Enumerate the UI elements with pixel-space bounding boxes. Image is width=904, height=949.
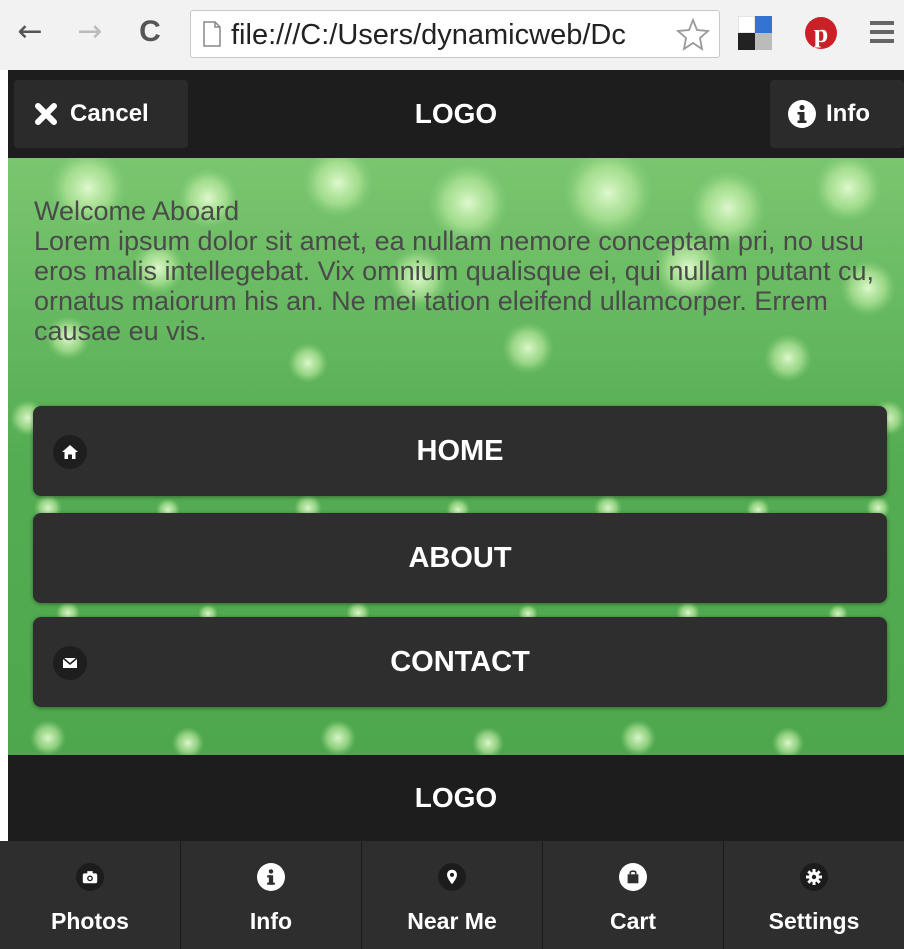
tab-cart-label: Cart [609,908,656,934]
page-icon [203,21,221,47]
tab-near-me-label: Near Me [407,908,497,934]
shopping-bag-icon [619,863,647,891]
chrome-menu-icon[interactable] [868,18,896,46]
footer-logo: LOGO [8,755,904,841]
tab-info[interactable]: Info [180,841,361,949]
main-content: Welcome Aboard Lorem ipsum dolor sit ame… [8,158,904,755]
camera-icon [76,863,104,891]
address-bar[interactable]: file:///C:/Users/dynamicweb/Dc [190,10,720,58]
info-icon [788,100,816,128]
tab-photos[interactable]: Photos [0,841,180,949]
tab-cart[interactable]: Cart [542,841,723,949]
welcome-text: Welcome Aboard Lorem ipsum dolor sit ame… [34,196,894,346]
app-header: Cancel LOGO Info [8,70,904,158]
info-icon [257,863,285,891]
pinterest-icon[interactable]: p [804,16,838,50]
nav-contact-button[interactable]: CONTACT [33,617,887,707]
nav-home-label: HOME [416,435,504,467]
gear-icon [800,863,828,891]
url-text: file:///C:/Users/dynamicweb/Dc [231,19,626,51]
tab-near-me[interactable]: Near Me [361,841,542,949]
welcome-body: Lorem ipsum dolor sit amet, ea nullam ne… [34,226,874,346]
nav-home-button[interactable]: HOME [33,406,887,496]
forward-icon[interactable]: → [74,14,106,50]
browser-toolbar: ← → C file:///C:/Users/dynamicweb/Dc p [0,0,904,70]
tab-settings[interactable]: Settings [723,841,904,949]
nav-about-button[interactable]: ABOUT [33,513,887,603]
back-icon[interactable]: ← [14,14,46,50]
delicious-extension-icon[interactable] [738,16,772,50]
tab-settings-label: Settings [768,908,860,934]
svg-text:p: p [814,19,828,48]
tab-info-label: Info [249,908,293,934]
reload-icon[interactable]: C [134,14,166,50]
welcome-heading: Welcome Aboard [34,196,240,226]
info-label: Info [826,100,870,127]
nav-about-label: ABOUT [408,542,512,574]
bookmark-star-icon[interactable] [675,17,711,53]
bottom-tab-bar: Photos Info Near Me Cart Settings [0,841,904,949]
info-button[interactable]: Info [770,80,904,148]
tab-photos-label: Photos [51,908,129,934]
nav-contact-label: CONTACT [390,646,530,678]
location-pin-icon [438,863,466,891]
